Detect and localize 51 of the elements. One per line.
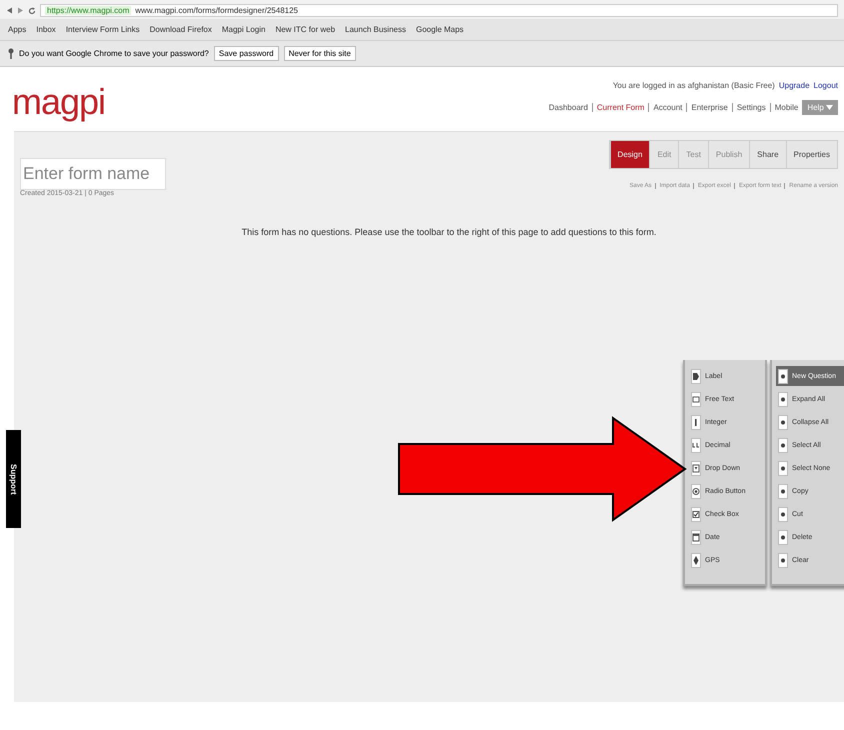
password-message: Do you want Google Chrome to save your password?	[19, 49, 209, 58]
caret-icon	[826, 105, 833, 110]
form-name-field[interactable]: Enter form name	[20, 158, 166, 190]
bookmark[interactable]: Apps	[8, 25, 26, 34]
command-icon	[778, 552, 788, 568]
login-text: You are logged in as afghanistan (Basic Free)	[612, 81, 775, 90]
back-icon[interactable]	[6, 7, 13, 14]
header-link[interactable]: Upgrade	[778, 81, 810, 90]
nav-link[interactable]: Settings	[732, 103, 766, 112]
password-button[interactable]: Never for this site	[284, 46, 356, 61]
bookmark[interactable]: Launch Business	[345, 25, 406, 34]
logo[interactable]: magpi	[12, 81, 106, 123]
checkbox-icon	[691, 506, 701, 522]
tab[interactable]: Properties	[786, 141, 837, 168]
nav-link[interactable]: Mobile	[770, 103, 798, 112]
command-icon	[778, 392, 788, 406]
tag-icon	[691, 368, 701, 384]
number-icon	[691, 414, 701, 430]
command-icon	[778, 414, 788, 430]
text-field-icon	[691, 392, 701, 406]
command-icon	[778, 368, 788, 384]
key-icon	[8, 48, 14, 59]
nav-link[interactable]: Current Form	[592, 103, 644, 112]
nav-link[interactable]: Account	[648, 103, 682, 112]
password-button[interactable]: Save password	[214, 46, 279, 61]
nav-link[interactable]: Enterprise	[686, 103, 728, 112]
bookmark[interactable]: Inbox	[36, 25, 56, 34]
tab[interactable]: Share	[749, 141, 786, 168]
nav-link[interactable]: Dashboard	[548, 103, 588, 112]
empty-message: This form has no questions. Please use the toolbar to the right of this page to add questions to this form.	[240, 227, 658, 237]
bookmark[interactable]: Google Maps	[416, 25, 464, 34]
address-bar[interactable]: https://www.magpi.com www.magpi.com/forms/formdesigner/2548125	[40, 4, 838, 17]
radio-icon	[691, 484, 701, 498]
command-icon	[778, 530, 788, 544]
bookmark[interactable]: New ITC for web	[275, 25, 336, 34]
bookmark[interactable]: Magpi Login	[222, 25, 266, 34]
command-icon	[778, 484, 788, 498]
url-text: www.magpi.com/forms/formdesigner/2548125	[135, 6, 298, 15]
bookmark[interactable]: Download Firefox	[150, 25, 212, 34]
calendar-icon	[691, 530, 701, 544]
secure-url: https://www.magpi.com	[45, 6, 132, 15]
command-icon	[778, 506, 788, 522]
forward-icon[interactable]	[17, 7, 24, 14]
dropdown-icon	[691, 460, 701, 476]
command-icon	[778, 460, 788, 476]
reload-icon[interactable]	[28, 6, 36, 14]
support-tab[interactable]: Support	[6, 430, 21, 528]
bookmark[interactable]: Interview Form Links	[66, 25, 140, 34]
tab[interactable]: Design	[610, 141, 650, 168]
command-icon	[778, 438, 788, 452]
header-link[interactable]: Logout	[814, 81, 838, 90]
